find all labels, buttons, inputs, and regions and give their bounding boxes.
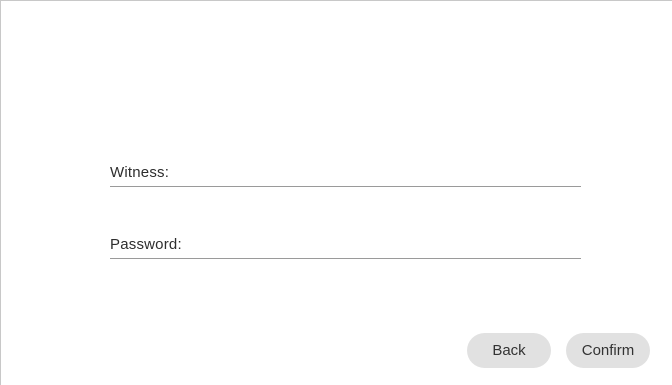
password-input[interactable] (181, 231, 581, 258)
password-label: Password: (110, 236, 182, 253)
witness-input[interactable] (169, 159, 581, 186)
witness-field: Witness: (110, 159, 581, 187)
back-button[interactable]: Back (467, 333, 551, 368)
confirm-button[interactable]: Confirm (566, 333, 650, 368)
dialog-panel: Witness: Password: Back Confirm (0, 0, 672, 385)
witness-label: Witness: (110, 164, 170, 181)
password-field: Password: (110, 231, 581, 259)
